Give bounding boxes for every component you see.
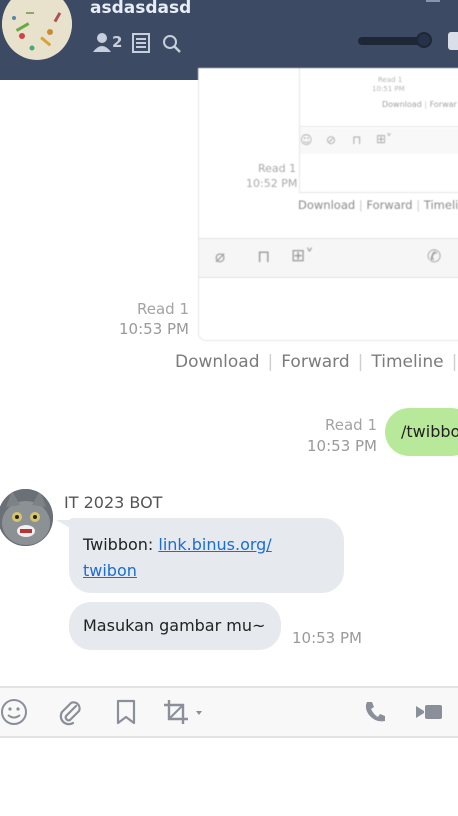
phone-icon: ✆ — [427, 247, 442, 267]
attach-icon: ⌀ — [215, 247, 226, 267]
member-count: 2 — [112, 33, 123, 51]
message-time: 10:53 PM — [119, 320, 189, 338]
bot-avatar[interactable] — [0, 489, 53, 546]
crop-icon: ⊞˅ — [291, 246, 314, 266]
inner-toolbar: ☺ ⊘ ⊓ ⊞˅ — [300, 128, 458, 154]
inner-links: Download | Forwar — [382, 100, 457, 109]
members-icon[interactable] — [92, 32, 112, 56]
inner-read: Read 1 — [378, 76, 403, 84]
incoming-message[interactable]: Twibbon: link.binus.org/twibon — [69, 518, 344, 593]
timeline-link[interactable]: Timeline — [371, 352, 443, 372]
emoji-icon[interactable] — [0, 698, 28, 732]
notes-icon[interactable] — [132, 33, 150, 57]
sender-name: IT 2023 BOT — [64, 493, 163, 512]
volume-slider-knob[interactable] — [416, 32, 432, 48]
download-link[interactable]: Download — [175, 352, 260, 372]
read-receipt: Read 1 — [136, 300, 189, 318]
forward-link[interactable]: Forward — [281, 352, 349, 372]
incoming-message-text: Twibbon: — [83, 535, 159, 554]
minimize-icon[interactable] — [426, 0, 440, 2]
outgoing-message-text: /twibbo — [401, 422, 458, 441]
inner-time: 10:51 PM — [372, 85, 405, 93]
video-icon[interactable] — [414, 700, 444, 730]
bookmark-icon: ⊓ — [257, 247, 271, 267]
message-time: 10:53 PM — [292, 629, 362, 647]
group-avatar[interactable] — [2, 0, 72, 60]
shared-image-inner-frame: Read 1 10:51 PM Download | Forwar ☺ ⊘ ⊓ … — [299, 68, 458, 193]
crop-icon[interactable] — [162, 698, 206, 732]
outgoing-message[interactable]: /twibbo — [385, 408, 458, 456]
chat-toolbar — [0, 686, 458, 738]
bookmark-icon[interactable] — [114, 698, 138, 732]
read-receipt: Read 1 — [324, 416, 377, 434]
incoming-message-text: Masukan gambar mu~ — [83, 616, 266, 635]
speaker-icon[interactable] — [448, 32, 458, 50]
message-actions: Download|Forward|Timeline|K — [175, 352, 458, 372]
search-icon[interactable] — [162, 34, 182, 58]
shared-inner-time: 10:52 PM — [246, 177, 298, 190]
chat-title: asdasdasd — [90, 0, 192, 18]
shared-inner-read: Read 1 — [258, 162, 297, 175]
attach-icon[interactable] — [56, 698, 84, 732]
shared-image[interactable]: Read 1 10:51 PM Download | Forwar ☺ ⊘ ⊓ … — [198, 68, 458, 341]
shared-inner-links: Download | Forward | Timeli — [298, 198, 458, 212]
phone-icon[interactable] — [362, 699, 388, 731]
incoming-message[interactable]: Masukan gambar mu~ — [69, 602, 281, 650]
message-time: 10:53 PM — [307, 437, 377, 455]
shared-inner-toolbar: ⌀ ⊓ ⊞˅ ✆ — [199, 238, 458, 278]
